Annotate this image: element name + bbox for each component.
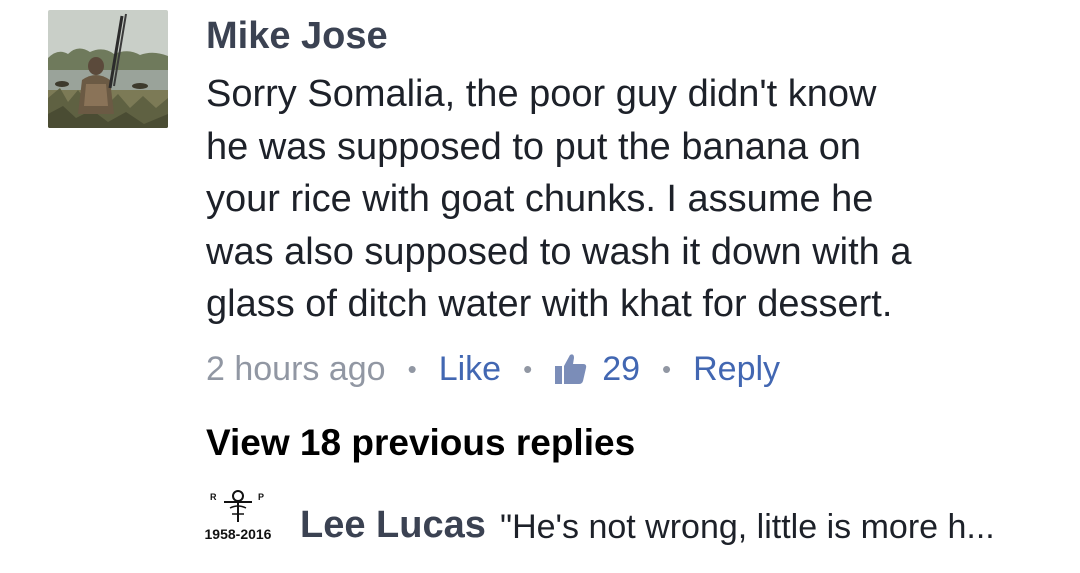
comment: Mike Jose Sorry Somalia, the poor guy di… [0,0,1080,400]
reply-preview[interactable]: R P 1958-2016 Lee Lucas "He's not wrong,… [0,480,1080,570]
like-count-value: 29 [602,349,641,388]
rip-letter-p: P [258,492,264,502]
comment-body-line: he was supposed to put the banana on [206,125,861,168]
rip-letter-r: R [210,492,217,502]
comment-body-line: glass of ditch water with khat for desse… [206,283,893,325]
separator-dot: • [407,353,417,384]
comment-body: Sorry Somalia, the poor guy didn't know … [206,68,1036,331]
comment-timestamp: 2 hours ago [206,349,386,388]
like-count[interactable]: 29 [554,350,640,389]
reply-author[interactable]: Lee Lucas [300,504,486,547]
like-button[interactable]: Like [439,350,501,389]
comment-meta: 2 hours ago • Like • 29 • Reply [206,346,780,392]
comment-body-line: your rice with goat chunks. I assume he [206,178,874,220]
reply-snippet: "He's not wrong, little is more h... [500,508,995,546]
separator-dot: • [523,353,533,384]
view-previous-replies-link[interactable]: View 18 previous replies [206,422,635,464]
thumbs-up-icon [554,352,588,386]
profile-photo-hunter-icon[interactable] [48,10,168,128]
comment-body-line: Sorry Somalia, the poor guy didn't know [206,73,877,115]
reply-button[interactable]: Reply [693,350,780,389]
comment-body-line: was also supposed to wash it down with a [206,230,912,273]
separator-dot: • [662,353,672,384]
rip-symbol-icon[interactable]: R P 1958-2016 [196,488,280,550]
comment-author[interactable]: Mike Jose [206,14,388,60]
rip-years: 1958-2016 [204,526,272,542]
